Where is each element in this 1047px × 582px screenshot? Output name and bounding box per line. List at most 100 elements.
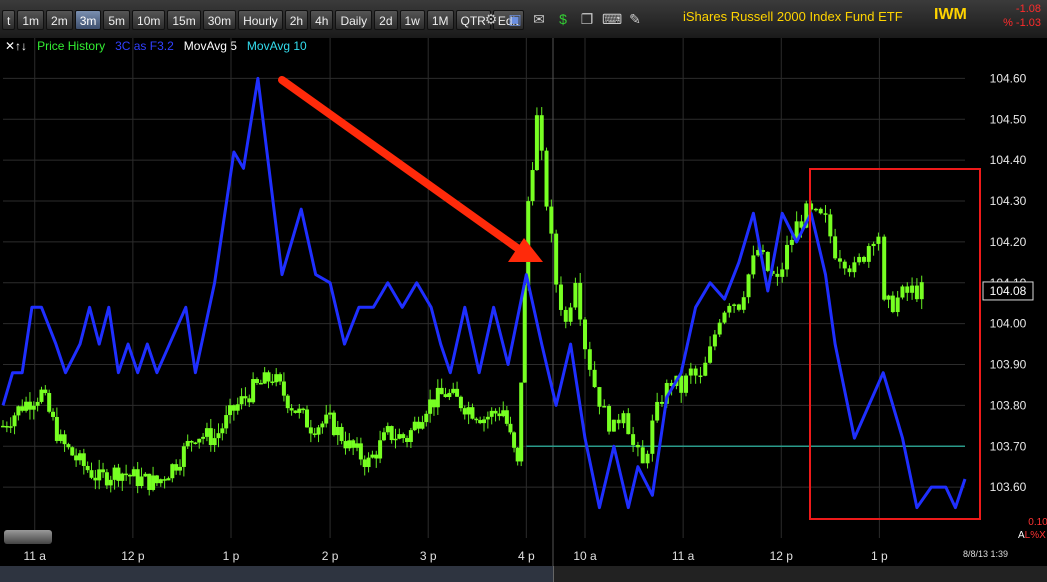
candle-body [262,372,267,384]
candle-body [181,446,186,467]
candle-body [478,420,483,424]
timeframe-button-3m[interactable]: 3m [74,10,102,30]
x-tick-label: 1 p [223,549,240,563]
candle-body [212,438,217,446]
timeframe-button-hourly[interactable]: Hourly [238,10,283,30]
price-chart[interactable]: 104.60104.50104.40104.30104.20104.10104.… [0,38,1047,566]
candle-body [876,236,881,244]
pencil-icon[interactable]: ✎ [626,10,644,28]
alert-close-icon[interactable]: X [1039,530,1046,541]
candle-body [381,432,386,441]
candle-body [775,273,780,277]
timeframe-button-5m[interactable]: 5m [103,10,131,30]
y-tick-label: 104.50 [990,112,1027,126]
candle-body [882,236,887,300]
settings-icon[interactable]: ⚙ [482,10,500,28]
x-tick-label: 11 a [672,549,695,563]
x-tick-label: 12 p [121,549,145,563]
candle-body [583,319,588,350]
candle-body [35,401,40,406]
candle-body [197,438,202,443]
candle-body [289,408,294,411]
timeframe-button-10m[interactable]: 10m [132,10,166,30]
candle-body [727,305,732,313]
candle-body [174,464,179,471]
candle-body [43,389,48,394]
candle-body [621,413,626,424]
candle-body [339,426,344,442]
alert-a[interactable]: A [1018,530,1025,541]
candle-body [890,295,895,313]
x-tick-label: 2 p [322,549,339,563]
candle-body [258,382,263,385]
candle-body [741,297,746,310]
candle-body [324,414,329,424]
candle-body [235,404,240,411]
candle-body [147,473,152,490]
candle-body [170,464,175,479]
annotation-arrow [278,76,524,254]
x-tick-label: 3 p [420,549,437,563]
candle-body [443,394,448,398]
candle-body [497,413,502,417]
candle-body [393,438,398,441]
candle-body [274,374,279,383]
candle-body [905,286,910,293]
candle-body [316,427,321,435]
price-change-percent: % -1.03 [1003,17,1041,29]
candle-body [370,454,375,458]
chart-scroll-handle[interactable] [4,530,52,544]
timeframe-button-4h[interactable]: 4h [310,10,334,30]
candle-body [31,405,36,410]
candle-body [239,396,244,405]
candle-body [554,233,559,285]
candle-body [178,466,183,471]
y-tick-label: 104.00 [990,317,1027,331]
timeframe-button-2m[interactable]: 2m [46,10,73,30]
candle-body [746,274,751,298]
alert-controls[interactable]: AL%X [1018,530,1046,541]
y-tick-label: 103.60 [990,480,1027,494]
candle-body [435,387,440,408]
candle-body [602,406,607,408]
timeframe-button-t[interactable]: t [2,10,16,30]
candle-body [412,421,417,431]
candle-body [722,312,727,323]
email-icon[interactable]: ✉ [530,10,548,28]
candle-body [424,413,429,423]
timeframe-button-daily[interactable]: Daily [335,10,373,30]
y-tick-label: 103.90 [990,358,1027,372]
candle-body [270,381,275,384]
timeframe-button-1w[interactable]: 1w [399,10,425,30]
candle-body [626,413,631,435]
timeframe-button-1m[interactable]: 1m [17,10,45,30]
y-tick-label: 103.80 [990,398,1027,412]
candle-body [51,411,56,417]
timeframe-button-15m[interactable]: 15m [167,10,201,30]
candle-body [89,470,94,478]
candle-body [866,246,871,262]
candle-body [616,419,621,424]
dollar-icon[interactable]: $ [554,10,572,28]
alert-pct[interactable]: % [1030,530,1039,541]
candle-body [77,453,82,461]
candle-body [895,297,900,313]
timeframe-button-30m[interactable]: 30m [202,10,237,30]
candle-body [47,393,52,412]
save-icon[interactable]: ▣ [506,10,524,28]
copy-icon[interactable]: ❐ [578,10,596,28]
y-tick-label: 104.20 [990,235,1027,249]
candle-body [116,467,121,481]
candle-body [185,441,190,447]
timeframe-button-2d[interactable]: 2d [374,10,398,30]
timeframe-button-1m[interactable]: 1M [426,10,454,30]
candle-body [828,214,833,237]
toolbar: t 1m 2m 3m 5m 10m 15m 30m Hourly 2h 4h Daily 2d 1w 1M Q… [0,0,1047,39]
candle-body [247,398,252,403]
candle-body [281,381,286,396]
keyboard-icon[interactable]: ⌨ [602,10,622,28]
candle-body [420,422,425,429]
candle-body [366,457,371,468]
candle-body [135,469,140,487]
timeframe-button-2h[interactable]: 2h [284,10,309,30]
